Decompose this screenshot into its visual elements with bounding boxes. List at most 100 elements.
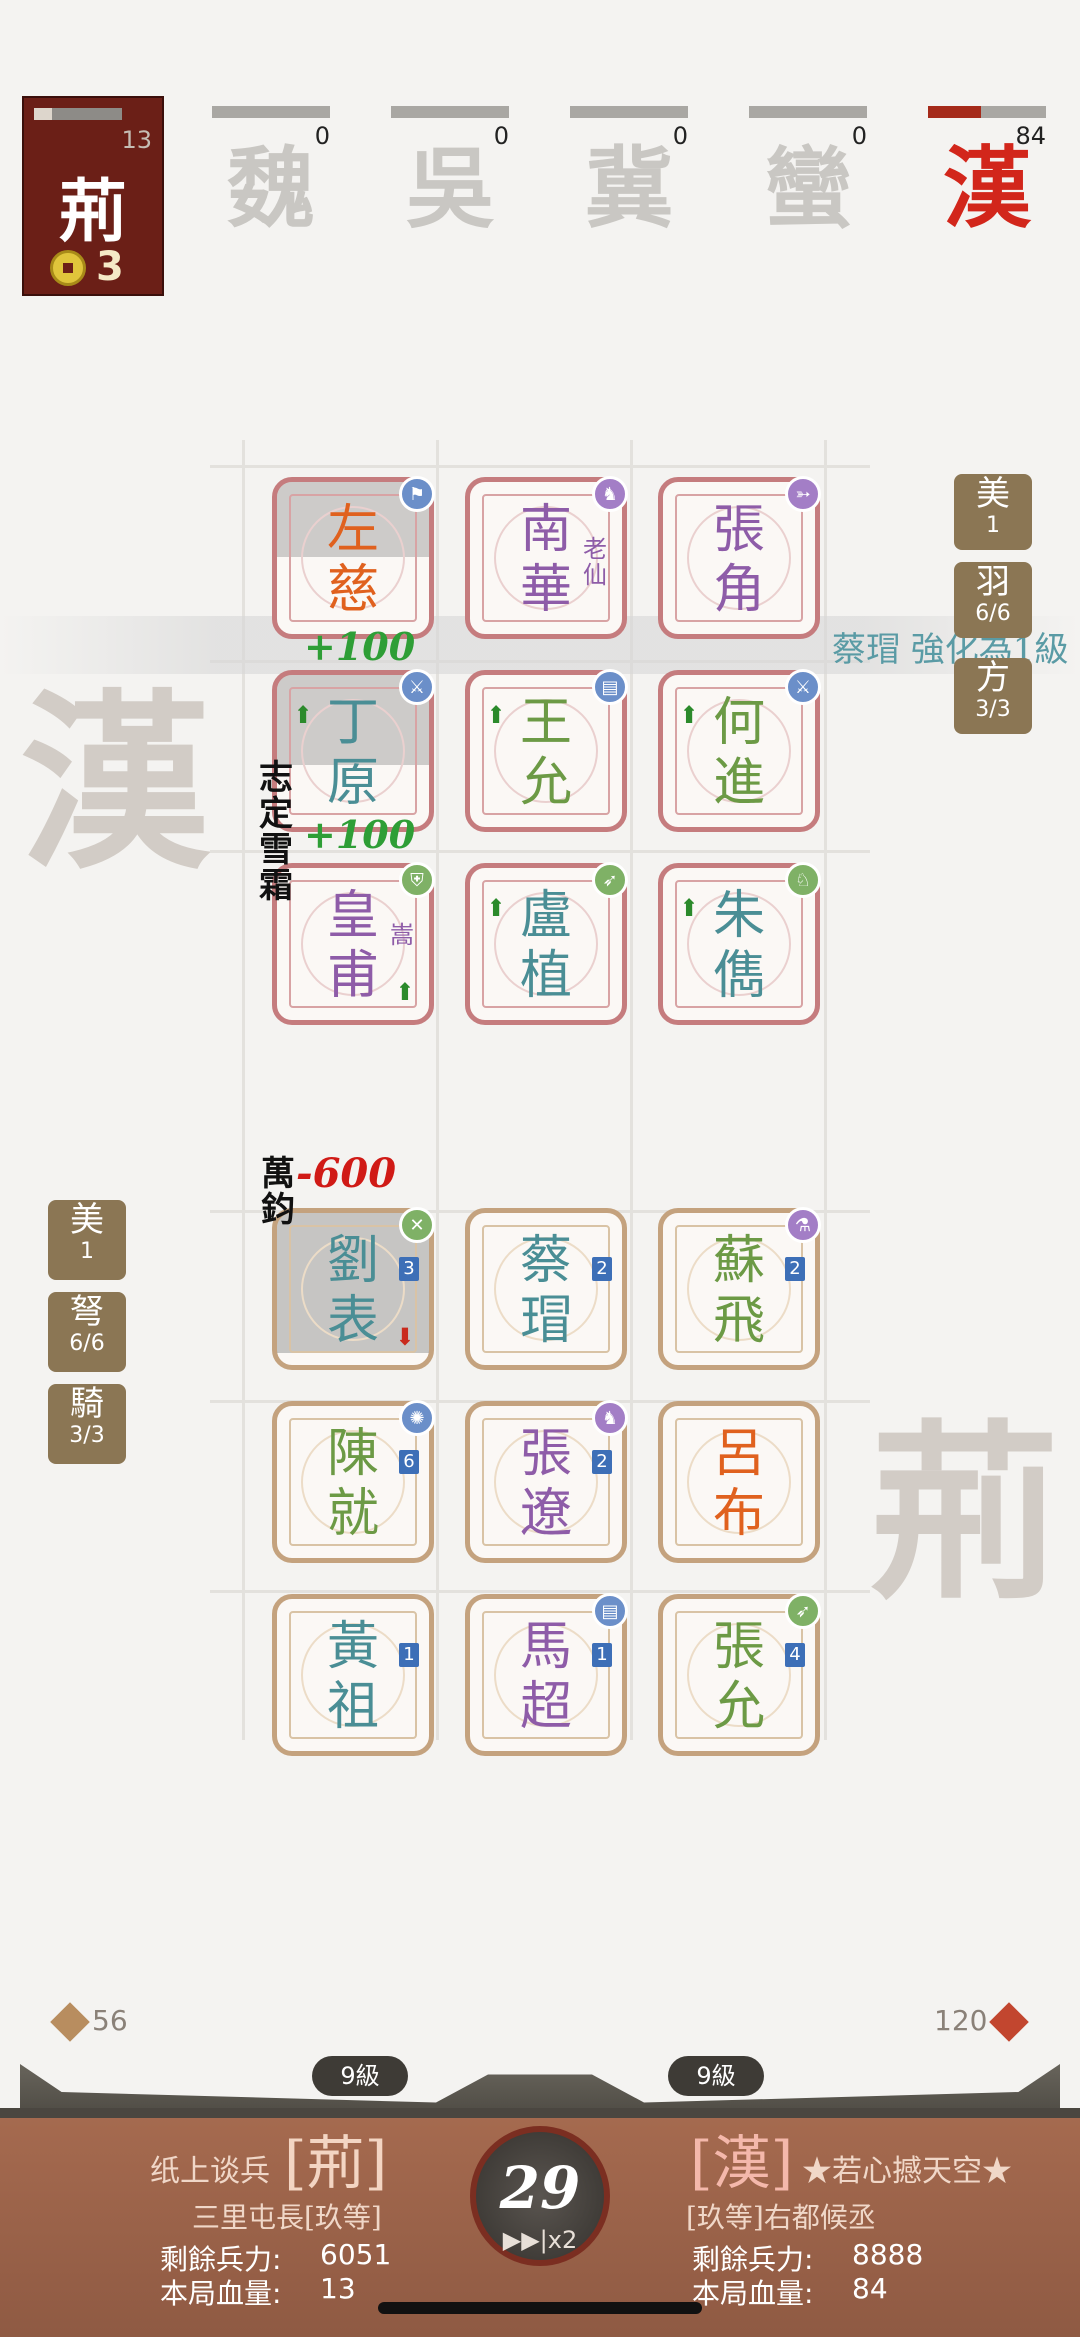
enemy-unit-tile[interactable]: ⬆ 盧植 ➶ (465, 862, 628, 1025)
faction-glyph: 蠻 (763, 136, 852, 240)
faction-glyph: 吳 (405, 136, 494, 240)
ally-unit-tile[interactable]: 陳就 6 ✺ (272, 1400, 435, 1563)
player-hp-label: 本局血量: (160, 2277, 282, 2310)
ally-unit-tile[interactable]: 張允 4 ➶ (658, 1593, 821, 1756)
self-hp-value: 13 (121, 126, 152, 154)
chip-title: 方 (976, 658, 1010, 698)
enemy-unit-tile[interactable]: 張角 ➳ (658, 476, 821, 639)
ally-unit-tile[interactable]: 張遼 2 ♞ (465, 1400, 628, 1563)
unit-name: 蔡瑁 (519, 1231, 572, 1351)
sword-icon: ⚔ (785, 669, 821, 705)
sword-icon: ⚔ (399, 669, 435, 705)
faction-hp-bar (391, 106, 509, 118)
ally-unit-tile[interactable]: 蔡瑁 2 (465, 1208, 627, 1370)
heal-number: +100 (304, 812, 416, 857)
unit-star-badge: 1 (592, 1643, 612, 1667)
round-timer[interactable]: 29 ▶▶|x2 (470, 2126, 610, 2266)
enemy-unit-tile[interactable]: 左慈 ⚑ (272, 476, 435, 639)
home-indicator[interactable] (378, 2302, 702, 2314)
ally-trait-chip[interactable]: 美 1 (48, 1200, 126, 1280)
ally-unit-tile[interactable]: 呂布 (658, 1401, 820, 1563)
unit-name: 左慈 (326, 500, 379, 620)
ally-trait-chip[interactable]: 騎 3/3 (48, 1384, 126, 1464)
unit-name: 丁原 (326, 693, 379, 813)
book-icon: ▤ (592, 669, 628, 705)
player-troops: 6051 (320, 2238, 392, 2271)
unit-title: 老仙 (583, 535, 607, 589)
crossbow-icon: ➳ (785, 476, 821, 512)
ally-unit-tile[interactable]: 黃祖 1 (272, 1594, 434, 1756)
resource-right[interactable]: 120 (934, 2002, 1031, 2042)
unit-name: 朱儁 (712, 886, 765, 1006)
chip-title: 美 (70, 1200, 104, 1240)
faction-wu[interactable]: 0 吳 (391, 106, 509, 232)
self-faction-glyph: 荊 (58, 172, 127, 252)
debuff-down-icon: ⬇ (394, 1323, 415, 1351)
enemy-unit-tile[interactable]: ⬆ 何進 ⚔ (658, 669, 821, 832)
faction-hp-bar (928, 106, 1046, 118)
faction-glyph: 漢 (942, 136, 1031, 240)
ally-faction-watermark: 荊 (870, 1402, 1061, 1625)
unit-class-icon: ⚑ (399, 476, 435, 512)
potion-icon: ⚗ (785, 1207, 821, 1243)
enemy-unit-tile[interactable]: 皇甫 嵩 ⬆ ⛨ (272, 862, 435, 1025)
speed-toggle-button[interactable]: ▶▶|x2 (476, 2226, 604, 2254)
faction-hp-bar (570, 106, 688, 118)
faction-han[interactable]: 84 漢 (928, 106, 1046, 232)
fist-icon (989, 2002, 1030, 2042)
enemy-unit-tile[interactable]: ⬆ 王允 ▤ (465, 669, 628, 832)
opponent-name: ★若心撼天空★ (802, 2154, 1012, 2189)
grid-line (210, 1590, 870, 1593)
player-faction: [荊] (284, 2129, 388, 2197)
unit-star-badge: 2 (592, 1450, 612, 1474)
chip-title: 美 (976, 474, 1010, 514)
enemy-unit-tile[interactable]: 南華 老仙 ♞ (465, 476, 628, 639)
self-faction-card[interactable]: 13 荊 3 (22, 96, 164, 296)
arrow-icon: ➶ (785, 1593, 821, 1629)
unit-title: 嵩 (390, 921, 414, 949)
unit-name: 馬超 (519, 1617, 572, 1737)
unit-name: 張角 (712, 500, 765, 620)
unit-name: 陳就 (326, 1424, 379, 1544)
self-hp-bar (34, 108, 122, 120)
faction-wei[interactable]: 0 魏 (212, 106, 330, 232)
chip-value: 3/3 (975, 697, 1011, 722)
buff-up-icon: ⬆ (394, 978, 415, 1006)
unit-name: 黃祖 (326, 1617, 379, 1737)
enemy-unit-tile[interactable]: ⬆ 朱儁 ♘ (658, 862, 821, 1025)
enemy-unit-tile[interactable]: ⬆ 丁原 ⚔ (272, 669, 435, 832)
faction-man[interactable]: 0 蠻 (749, 106, 867, 232)
scroll-icon (50, 2002, 90, 2042)
enemy-trait-chip[interactable]: 美 1 (954, 474, 1032, 550)
enemy-trait-chip[interactable]: 羽 6/6 (954, 562, 1032, 638)
faction-ji[interactable]: 0 冀 (570, 106, 688, 232)
unit-star-badge: 2 (785, 1257, 805, 1281)
ally-unit-tile[interactable]: 蘇飛 2 ⚗ (658, 1207, 821, 1370)
unit-star-badge: 2 (592, 1257, 612, 1281)
unit-name: 呂布 (712, 1424, 765, 1544)
unit-name: 盧植 (519, 886, 572, 1006)
faction-hp-bar (749, 106, 867, 118)
self-hp-fill (34, 108, 52, 120)
grid-line (210, 465, 870, 468)
resource-left[interactable]: 56 (48, 2002, 128, 2042)
player-rank: 三里屯長[玖等] (192, 2201, 382, 2234)
sword-icon: ✕ (399, 1207, 435, 1243)
ally-unit-tile[interactable]: 劉表 3 ⬇ ✕ (272, 1207, 435, 1370)
unit-name: 蘇飛 (712, 1231, 765, 1351)
timer-value: 29 (499, 2154, 581, 2222)
unit-star-badge: 1 (399, 1643, 419, 1667)
player-level: 9級 (312, 2056, 408, 2096)
ally-unit-tile[interactable]: 馬超 1 ▤ (465, 1593, 628, 1756)
damage-number: -600 (296, 1150, 397, 1197)
enemy-trait-chip[interactable]: 方 3/3 (954, 658, 1032, 734)
opponent-rank: [玖等]右都候丞 (686, 2201, 876, 2234)
chip-value: 6/6 (69, 1331, 105, 1356)
ally-trait-chip[interactable]: 弩 6/6 (48, 1292, 126, 1372)
resource-right-value: 120 (934, 2004, 988, 2037)
beast-icon: ♘ (785, 862, 821, 898)
player-name: 纸上谈兵 (150, 2154, 270, 2189)
horse-icon: ♞ (592, 1400, 628, 1436)
opponent-faction: [漢] (690, 2129, 794, 2197)
chip-value: 3/3 (69, 1423, 105, 1448)
